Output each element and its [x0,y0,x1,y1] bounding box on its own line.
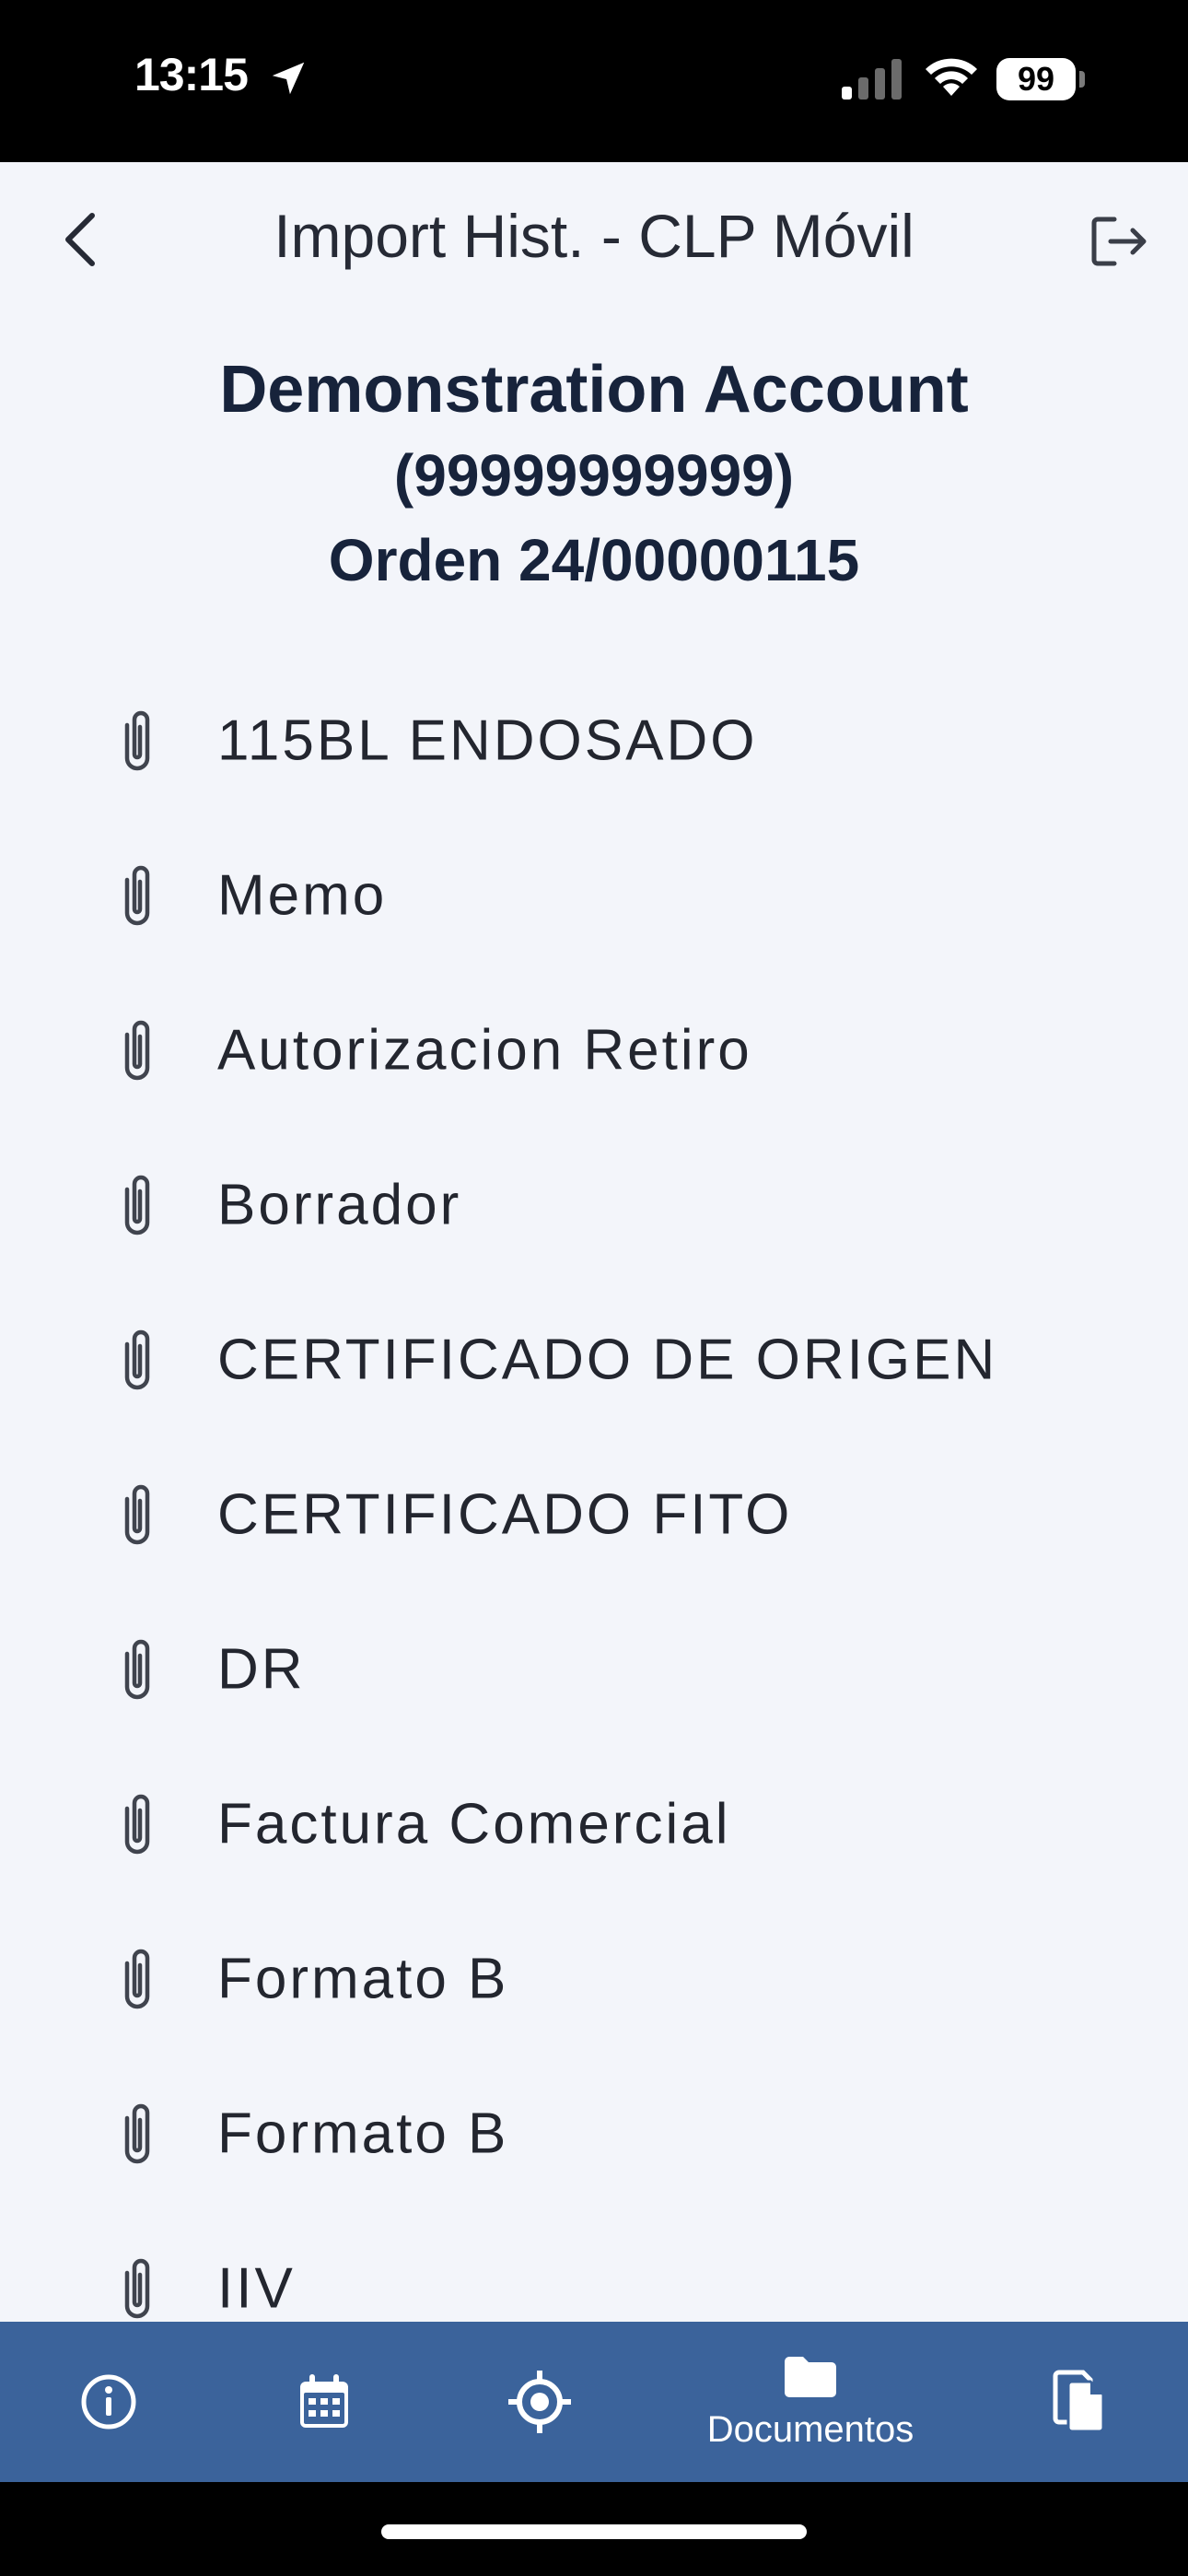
info-icon [81,2374,136,2430]
document-label: Formato B [217,1947,509,2011]
page-title: Import Hist. - CLP Móvil [274,202,914,270]
calendar-icon [300,2374,348,2428]
account-id: (99999999999) [393,442,795,509]
document-item[interactable]: IIV [0,2211,1188,2322]
battery-icon: 99 [996,58,1076,100]
paperclip-icon [124,1639,150,1700]
back-button[interactable] [52,205,107,275]
status-bar: 13:15 99 [0,0,1188,162]
battery-level: 99 [1017,60,1055,98]
document-item[interactable]: Factura Comercial [0,1747,1188,1902]
home-indicator-area [0,2482,1188,2576]
document-item[interactable]: CERTIFICADO FITO [0,1437,1188,1592]
home-indicator[interactable] [381,2524,807,2539]
document-label: IIV [217,2256,296,2321]
document-label: Borrador [217,1173,462,1237]
document-label: 115BL ENDOSADO [217,708,758,773]
paperclip-icon [124,710,150,771]
document-list: 115BL ENDOSADO Memo Autorizacion Retiro … [0,663,1188,2322]
nav-item-info[interactable] [55,2322,162,2482]
paperclip-icon [124,1020,150,1081]
paperclip-icon [124,865,150,926]
paperclip-icon [124,1949,150,2009]
document-item[interactable]: Formato B [0,2056,1188,2211]
document-item[interactable]: 115BL ENDOSADO [0,663,1188,818]
copy-document-icon [1053,2370,1105,2433]
document-item[interactable]: Formato B [0,1902,1188,2056]
location-target-icon [508,2371,571,2433]
document-label: CERTIFICADO FITO [217,1482,793,1547]
chevron-left-icon [65,213,95,266]
status-time: 13:15 [134,49,249,100]
document-item[interactable]: Memo [0,818,1188,973]
document-item[interactable]: Borrador [0,1128,1188,1282]
document-label: Autorizacion Retiro [217,1018,752,1083]
document-item[interactable]: CERTIFICADO DE ORIGEN [0,1282,1188,1437]
document-label: CERTIFICADO DE ORIGEN [217,1328,998,1392]
paperclip-icon [124,1794,150,1855]
paperclip-icon [124,1484,150,1545]
app-header: Import Hist. - CLP Móvil [0,162,1188,319]
document-item[interactable]: Autorizacion Retiro [0,973,1188,1128]
paperclip-icon [124,2258,150,2319]
nav-item-calendar[interactable] [271,2322,378,2482]
bottom-navigation: Documentos [0,2322,1188,2482]
document-label: Factura Comercial [217,1792,731,1856]
wifi-icon [926,58,977,96]
logout-button[interactable] [1087,208,1153,275]
order-number: Orden 24/00000115 [328,527,860,593]
document-label: Formato B [217,2102,509,2166]
logout-icon [1091,217,1147,266]
account-name: Demonstration Account [219,353,969,427]
paperclip-icon [124,1175,150,1235]
battery-tip [1079,71,1085,88]
nav-item-copies[interactable] [1026,2322,1133,2482]
signal-icon [842,59,902,100]
folder-icon [785,2356,836,2397]
nav-item-documentos[interactable]: Documentos [681,2322,939,2482]
document-label: Memo [217,863,388,928]
paperclip-icon [124,1329,150,1390]
location-arrow-icon [272,62,305,95]
nav-item-tracking[interactable] [486,2322,593,2482]
paperclip-icon [124,2103,150,2164]
document-label: DR [217,1637,306,1702]
nav-label-documentos: Documentos [706,2408,914,2450]
document-item[interactable]: DR [0,1592,1188,1747]
account-info: Demonstration Account (99999999999) Orde… [0,346,1188,603]
